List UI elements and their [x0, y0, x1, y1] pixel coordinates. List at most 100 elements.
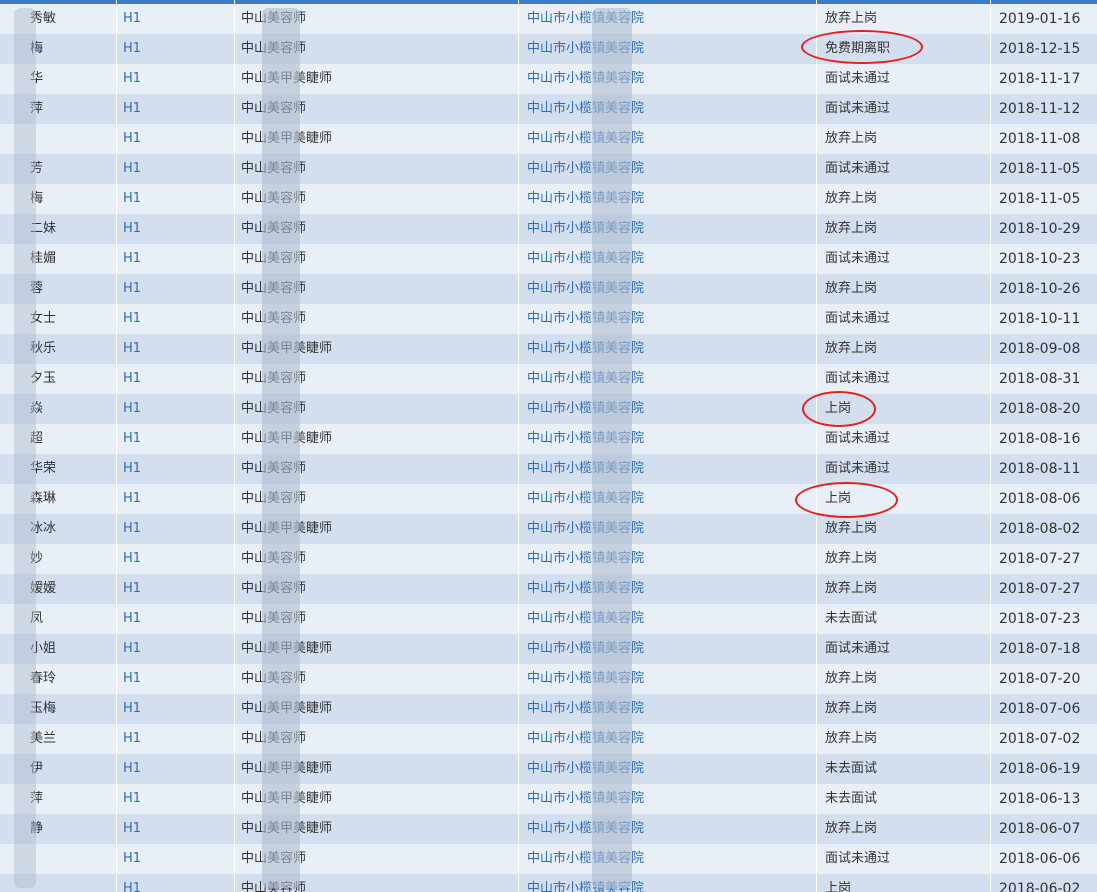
cell-level-link[interactable]: H1	[116, 694, 234, 724]
cell-date: 2018-06-13	[999, 791, 1081, 807]
table-row: H1中山美甲美睫师中山市小榄镇美容院放弃上岗2018-11-08	[0, 124, 1097, 154]
cell-store-link[interactable]: 中山市小榄镇美容院	[518, 424, 816, 454]
cell-status: 面试未通过	[825, 851, 891, 866]
column-divider	[990, 0, 991, 892]
cell-status: 放弃上岗	[825, 221, 878, 236]
table-row: H1中山美容师中山市小榄镇美容院面试未通过2018-06-06	[0, 844, 1097, 874]
table-row: 女士H1中山美容师中山市小榄镇美容院面试未通过2018-10-11	[0, 304, 1097, 334]
table-row: 梅H1中山美容师中山市小榄镇美容院免费期离职2018-12-15	[0, 34, 1097, 64]
table-row: 华荣H1中山美容师中山市小榄镇美容院面试未通过2018-08-11	[0, 454, 1097, 484]
table-row: 森琳H1中山美容师中山市小榄镇美容院上岗2018-08-06	[0, 484, 1097, 514]
cell-level-link[interactable]: H1	[116, 454, 234, 484]
cell-store-link[interactable]: 中山市小榄镇美容院	[518, 814, 816, 844]
table-row: 芳H1中山美容师中山市小榄镇美容院面试未通过2018-11-05	[0, 154, 1097, 184]
cell-level-link[interactable]: H1	[116, 874, 234, 892]
privacy-blur-name	[14, 8, 36, 888]
cell-store-link[interactable]: 中山市小榄镇美容院	[518, 604, 816, 634]
table-row: 超H1中山美甲美睫师中山市小榄镇美容院面试未通过2018-08-16	[0, 424, 1097, 454]
cell-store-link[interactable]: 中山市小榄镇美容院	[518, 394, 816, 424]
cell-store-link[interactable]: 中山市小榄镇美容院	[518, 754, 816, 784]
cell-level-link[interactable]: H1	[116, 754, 234, 784]
cell-store-link[interactable]: 中山市小榄镇美容院	[518, 694, 816, 724]
cell-store-link[interactable]: 中山市小榄镇美容院	[518, 544, 816, 574]
cell-date: 2018-06-06	[999, 851, 1081, 867]
cell-date: 2018-11-08	[999, 131, 1081, 147]
cell-store-link[interactable]: 中山市小榄镇美容院	[518, 724, 816, 754]
cell-status: 面试未通过	[825, 431, 891, 446]
cell-level-link[interactable]: H1	[116, 784, 234, 814]
cell-level-link[interactable]: H1	[116, 4, 234, 34]
cell-date: 2018-07-06	[999, 701, 1081, 717]
cell-status: 放弃上岗	[825, 131, 878, 146]
cell-level-link[interactable]: H1	[116, 514, 234, 544]
cell-date: 2018-07-18	[999, 641, 1081, 657]
cell-store-link[interactable]: 中山市小榄镇美容院	[518, 304, 816, 334]
cell-store-link[interactable]: 中山市小榄镇美容院	[518, 154, 816, 184]
cell-store-link[interactable]: 中山市小榄镇美容院	[518, 334, 816, 364]
table-row: 凤H1中山美容师中山市小榄镇美容院未去面试2018-07-23	[0, 604, 1097, 634]
cell-level-link[interactable]: H1	[116, 394, 234, 424]
table-row: 妙H1中山美容师中山市小榄镇美容院放弃上岗2018-07-27	[0, 544, 1097, 574]
cell-level-link[interactable]: H1	[116, 94, 234, 124]
cell-level-link[interactable]: H1	[116, 574, 234, 604]
cell-store-link[interactable]: 中山市小榄镇美容院	[518, 454, 816, 484]
cell-level-link[interactable]: H1	[116, 334, 234, 364]
cell-date: 2018-08-20	[999, 401, 1081, 417]
privacy-blur-job	[262, 8, 300, 888]
cell-store-link[interactable]: 中山市小榄镇美容院	[518, 574, 816, 604]
cell-level-link[interactable]: H1	[116, 844, 234, 874]
cell-status: 上岗	[825, 881, 852, 892]
column-divider	[816, 0, 817, 892]
cell-level-link[interactable]: H1	[116, 274, 234, 304]
table-row: 萍H1中山美容师中山市小榄镇美容院面试未通过2018-11-12	[0, 94, 1097, 124]
table-row: 秋乐H1中山美甲美睫师中山市小榄镇美容院放弃上岗2018-09-08	[0, 334, 1097, 364]
cell-store-link[interactable]: 中山市小榄镇美容院	[518, 634, 816, 664]
cell-level-link[interactable]: H1	[116, 64, 234, 94]
cell-store-link[interactable]: 中山市小榄镇美容院	[518, 364, 816, 394]
cell-level-link[interactable]: H1	[116, 814, 234, 844]
cell-level-link[interactable]: H1	[116, 544, 234, 574]
cell-level-link[interactable]: H1	[116, 244, 234, 274]
screenshot-root: 秀敏H1中山美容师中山市小榄镇美容院放弃上岗2019-01-16梅H1中山美容师…	[0, 0, 1097, 892]
cell-store-link[interactable]: 中山市小榄镇美容院	[518, 484, 816, 514]
cell-level-link[interactable]: H1	[116, 424, 234, 454]
cell-store-link[interactable]: 中山市小榄镇美容院	[518, 34, 816, 64]
table-row: 静H1中山美甲美睫师中山市小榄镇美容院放弃上岗2018-06-07	[0, 814, 1097, 844]
cell-store-link[interactable]: 中山市小榄镇美容院	[518, 64, 816, 94]
cell-status: 放弃上岗	[825, 581, 878, 596]
table-row: 嫒嫒H1中山美容师中山市小榄镇美容院放弃上岗2018-07-27	[0, 574, 1097, 604]
cell-level-link[interactable]: H1	[116, 124, 234, 154]
privacy-blur-store	[592, 8, 632, 888]
cell-store-link[interactable]: 中山市小榄镇美容院	[518, 784, 816, 814]
cell-store-link[interactable]: 中山市小榄镇美容院	[518, 274, 816, 304]
cell-status: 未去面试	[825, 791, 878, 806]
cell-date: 2018-08-11	[999, 461, 1081, 477]
cell-store-link[interactable]: 中山市小榄镇美容院	[518, 184, 816, 214]
cell-level-link[interactable]: H1	[116, 484, 234, 514]
cell-store-link[interactable]: 中山市小榄镇美容院	[518, 94, 816, 124]
cell-level-link[interactable]: H1	[116, 604, 234, 634]
cell-level-link[interactable]: H1	[116, 364, 234, 394]
cell-store-link[interactable]: 中山市小榄镇美容院	[518, 844, 816, 874]
cell-level-link[interactable]: H1	[116, 34, 234, 64]
cell-level-link[interactable]: H1	[116, 724, 234, 754]
table-row: 桂媚H1中山美容师中山市小榄镇美容院面试未通过2018-10-23	[0, 244, 1097, 274]
cell-date: 2018-10-26	[999, 281, 1081, 297]
cell-level-link[interactable]: H1	[116, 214, 234, 244]
cell-store-link[interactable]: 中山市小榄镇美容院	[518, 874, 816, 892]
table-row: 冰冰H1中山美甲美睫师中山市小榄镇美容院放弃上岗2018-08-02	[0, 514, 1097, 544]
cell-level-link[interactable]: H1	[116, 304, 234, 334]
cell-level-link[interactable]: H1	[116, 634, 234, 664]
cell-store-link[interactable]: 中山市小榄镇美容院	[518, 214, 816, 244]
cell-store-link[interactable]: 中山市小榄镇美容院	[518, 514, 816, 544]
cell-status: 放弃上岗	[825, 191, 878, 206]
cell-store-link[interactable]: 中山市小榄镇美容院	[518, 244, 816, 274]
cell-level-link[interactable]: H1	[116, 154, 234, 184]
cell-level-link[interactable]: H1	[116, 664, 234, 694]
cell-store-link[interactable]: 中山市小榄镇美容院	[518, 124, 816, 154]
cell-store-link[interactable]: 中山市小榄镇美容院	[518, 664, 816, 694]
cell-store-link[interactable]: 中山市小榄镇美容院	[518, 4, 816, 34]
cell-date: 2018-11-05	[999, 161, 1081, 177]
cell-level-link[interactable]: H1	[116, 184, 234, 214]
cell-status: 面试未通过	[825, 311, 891, 326]
